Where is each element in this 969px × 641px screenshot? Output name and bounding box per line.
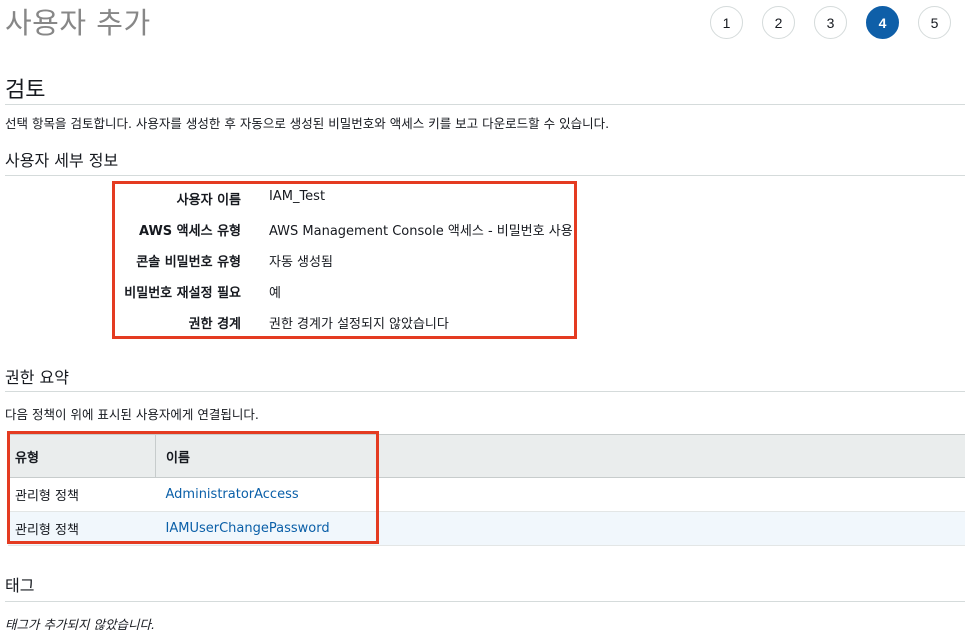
policy-type-cell: 관리형 정책 [8, 511, 156, 546]
step-indicator: 1 2 3 4 5 [710, 6, 951, 39]
policy-type-cell: 관리형 정책 [8, 477, 156, 512]
column-header-name: 이름 [155, 434, 965, 478]
detail-row-access-type: AWS 액세스 유형 AWS Management Console 액세스 - … [115, 220, 575, 239]
table-header-row: 유형 이름 [8, 434, 965, 478]
step-2[interactable]: 2 [762, 6, 795, 39]
tags-heading: 태그 [5, 572, 965, 602]
permissions-table: 유형 이름 관리형 정책 AdministratorAccess 관리형 정책 … [8, 434, 965, 546]
user-details-highlight: 사용자 이름 IAM_Test AWS 액세스 유형 AWS Managemen… [112, 181, 577, 339]
detail-row-permissions-boundary: 권한 경계 권한 경계가 설정되지 않았습니다 [115, 313, 575, 332]
detail-value: IAM_Test [269, 189, 326, 204]
permissions-description: 다음 정책이 위에 표시된 사용자에게 연결됩니다. [5, 407, 259, 422]
permissions-summary-heading: 권한 요약 [5, 364, 965, 392]
detail-value: 예 [269, 286, 281, 301]
detail-label: AWS 액세스 유형 [138, 224, 241, 239]
step-3[interactable]: 3 [814, 6, 847, 39]
table-row: 관리형 정책 IAMUserChangePassword [8, 511, 965, 546]
detail-label: 사용자 이름 [176, 193, 241, 208]
step-4-current: 4 [866, 6, 899, 39]
user-details-heading: 사용자 세부 정보 [5, 147, 965, 176]
detail-row-password-reset: 비밀번호 재설정 필요 예 [115, 282, 575, 301]
detail-value: AWS Management Console 액세스 - 비밀번호 사용 [269, 224, 573, 239]
step-5[interactable]: 5 [918, 6, 951, 39]
policy-link-administratoraccess[interactable]: AdministratorAccess [166, 487, 299, 502]
detail-row-console-password-type: 콘솔 비밀번호 유형 자동 생성됨 [115, 251, 575, 270]
tags-description: 태그가 추가되지 않았습니다. [5, 617, 155, 632]
step-1[interactable]: 1 [710, 6, 743, 39]
policy-link-iamuserchangepassword[interactable]: IAMUserChangePassword [166, 521, 330, 536]
detail-value: 권한 경계가 설정되지 않았습니다 [269, 317, 449, 332]
detail-label: 비밀번호 재설정 필요 [124, 286, 241, 301]
review-heading: 검토 [5, 72, 965, 105]
detail-label: 콘솔 비밀번호 유형 [136, 255, 241, 270]
page-title: 사용자 추가 [5, 6, 151, 40]
column-header-type: 유형 [8, 434, 156, 478]
detail-label: 권한 경계 [188, 317, 241, 332]
table-row: 관리형 정책 AdministratorAccess [8, 477, 965, 512]
detail-row-username: 사용자 이름 IAM_Test [115, 189, 575, 208]
detail-value: 자동 생성됨 [269, 255, 333, 270]
review-description: 선택 항목을 검토합니다. 사용자를 생성한 후 자동으로 생성된 비밀번호와 … [5, 116, 610, 131]
